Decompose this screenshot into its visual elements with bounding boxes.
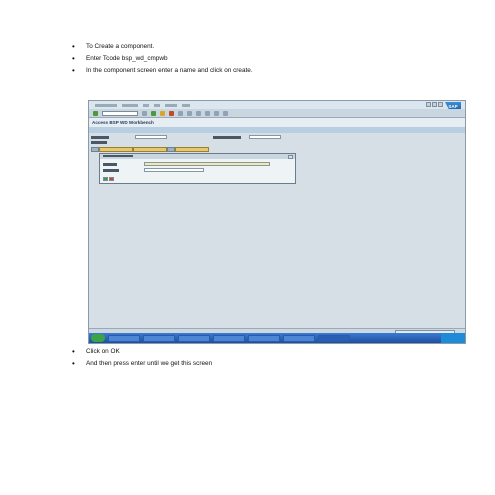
description-label [103,163,117,166]
enhancement-set-field [249,135,281,139]
create-component-dialog [99,153,296,184]
tab-icon [91,147,99,152]
sap-menubar [89,101,465,109]
test-application-label [91,141,107,144]
window-name-label [103,169,119,172]
exit-icon [160,110,165,116]
close-icon [438,102,443,107]
enter-icon [93,110,98,116]
dialog-actions [103,177,114,181]
instruction-step: In the component screen enter a name and… [72,65,472,77]
screen-title: Access BSP WD Workbench [89,118,465,127]
action-tabs [91,147,209,152]
page-icon [214,110,219,116]
application-toolbar [89,127,465,133]
instruction-list-bottom: Click on OK And then press enter until w… [72,346,472,370]
window-name-field [144,168,204,172]
taskbar-item [143,334,175,342]
component-label [91,136,109,139]
taskbar-item [178,334,210,342]
cancel-icon [169,110,174,116]
maximize-icon [432,102,437,107]
taskbar-item [283,334,315,342]
sap-screenshot: SAP Access BSP WD Workbench [88,100,466,344]
instruction-list-top: To Create a component. Enter Tcode bsp_w… [72,41,472,77]
help-icon [223,110,228,116]
minimize-icon [426,102,431,107]
taskbar-item [248,334,280,342]
page-icon [205,110,210,116]
ok-button [103,177,108,181]
taskbar-item [108,334,140,342]
instruction-step: To Create a component. [72,41,472,53]
instruction-step: And then press enter until we get this s… [72,358,472,370]
save-icon [142,110,147,116]
component-field [135,135,167,139]
description-field [144,162,270,166]
command-field [102,110,138,116]
close-icon [288,154,293,159]
tab-test [175,147,209,152]
taskbar-item [213,334,245,342]
windows-taskbar [89,333,465,343]
find-icon [187,110,192,116]
taskbar-item-active [318,334,350,342]
enhancement-set-label [213,136,241,139]
tab-icon [167,147,175,152]
tab-create [133,147,167,152]
tab-display [99,147,133,152]
page-icon [196,110,201,116]
back-icon [151,110,156,116]
instruction-step: Click on OK [72,346,472,358]
print-icon [178,110,183,116]
start-button [91,334,105,342]
sap-standard-toolbar [89,109,465,118]
instruction-step: Enter Tcode bsp_wd_cmpwb [72,53,472,65]
dialog-title [100,154,295,159]
cancel-button [109,177,114,181]
system-tray [441,333,465,343]
